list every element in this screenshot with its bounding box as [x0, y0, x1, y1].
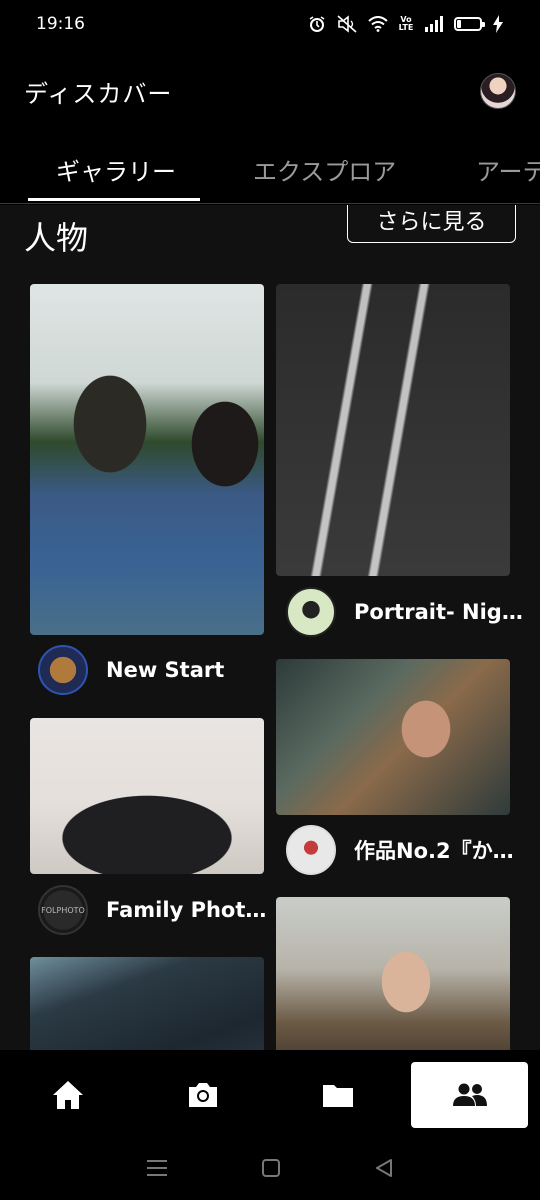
menu-icon[interactable] — [146, 1159, 168, 1181]
card-work-no2[interactable]: 作品No.2『か… — [286, 825, 526, 875]
photo-family[interactable] — [30, 718, 264, 874]
tab-gallery[interactable]: ギャラリー — [28, 140, 200, 201]
card-portrait-night[interactable]: Portrait- Night — [286, 587, 526, 637]
tab-explore[interactable]: エクスプロア — [253, 140, 396, 199]
card-title: New Start — [106, 658, 225, 682]
nav-camera[interactable] — [135, 1062, 270, 1128]
status-icons: Vo LTE — [308, 14, 504, 34]
signal-icon — [424, 14, 444, 34]
nav-home[interactable] — [0, 1062, 135, 1128]
battery-icon — [454, 17, 485, 31]
page-title: ディスカバー — [24, 79, 173, 108]
card-new-start[interactable]: New Start — [38, 645, 278, 695]
author-avatar[interactable] — [286, 587, 336, 637]
photo-portrait-night[interactable] — [276, 284, 510, 576]
tab-bar: ギャラリー エクスプロア アーテ — [0, 140, 540, 204]
card-title: Family Photo… — [106, 898, 278, 922]
section-title: 人物 — [24, 219, 89, 257]
alarm-icon — [308, 14, 326, 34]
author-avatar[interactable] — [286, 825, 336, 875]
card-title: 作品No.2『か… — [354, 839, 514, 863]
user-avatar[interactable] — [480, 73, 516, 109]
home-icon — [52, 1081, 83, 1109]
card-title: Portrait- Night — [354, 600, 526, 624]
app-header: ディスカバー — [0, 60, 540, 122]
card-family[interactable]: FOLPHOTO Family Photo… — [38, 885, 278, 935]
system-nav — [0, 1140, 540, 1200]
volte-icon: Vo LTE — [398, 15, 414, 32]
bottom-nav — [0, 1050, 540, 1140]
status-bar: 19:16 Vo LTE — [0, 0, 540, 48]
author-avatar[interactable]: FOLPHOTO — [38, 885, 88, 935]
nav-folder[interactable] — [270, 1062, 405, 1128]
wifi-icon — [368, 14, 388, 34]
battery-level — [457, 20, 461, 28]
status-time: 19:16 — [36, 14, 85, 34]
photo-woman[interactable] — [276, 897, 510, 1050]
photo-tunnel[interactable] — [30, 957, 264, 1050]
home-square-icon[interactable] — [261, 1158, 281, 1182]
mute-icon — [336, 14, 358, 34]
community-icon — [452, 1083, 487, 1106]
folder-icon — [322, 1085, 353, 1107]
photo-new-start[interactable] — [30, 284, 264, 635]
gallery-content[interactable]: 人物 さらに見る New Start FOLPHOTO Family Photo… — [0, 205, 540, 1050]
charging-icon — [492, 14, 504, 34]
photo-work-no2[interactable] — [276, 659, 510, 815]
camera-icon — [188, 1083, 217, 1107]
back-icon[interactable] — [374, 1158, 394, 1182]
see-more-button[interactable]: さらに見る — [347, 205, 516, 243]
author-avatar[interactable] — [38, 645, 88, 695]
nav-community[interactable] — [411, 1062, 528, 1128]
tab-artists[interactable]: アーテ — [476, 140, 540, 199]
